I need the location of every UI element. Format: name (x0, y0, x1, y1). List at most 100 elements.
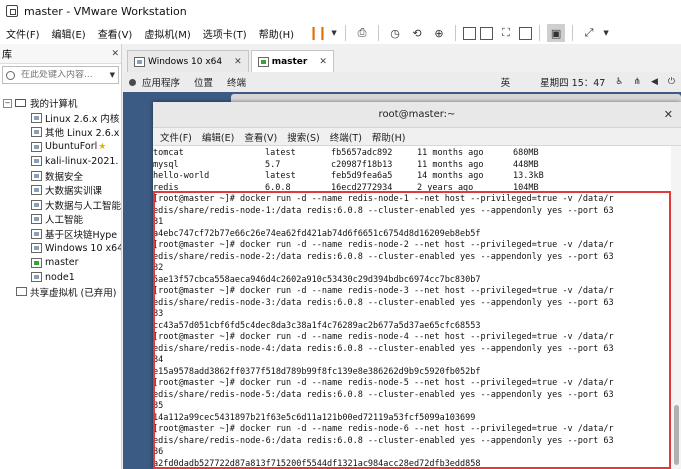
library-search: ▼ (2, 66, 119, 84)
toolbar-divider (455, 25, 457, 41)
vmware-menubar: 文件(F) 编辑(E) 查看(V) 虚拟机(M) 选项卡(T) 帮助(H) ❙❙… (0, 22, 681, 44)
tree-item[interactable]: 大数据与人工智能 (0, 198, 121, 213)
snapshot-icon[interactable]: ◷ (386, 24, 404, 42)
terminal-line: 83 (153, 309, 164, 319)
terminal-output[interactable]: tomcat latest fb5657adc892 11 months ago 680… (153, 146, 681, 469)
vmware-toolbar: ❙❙ ▼ ⎙ ◷ ⟲ ⊕ ⛶ ▣ ⤢ ▼ (308, 24, 610, 42)
terminal-menu-view[interactable]: 查看(V) (239, 130, 282, 144)
menu-edit[interactable]: 编辑(E) (46, 26, 92, 41)
terminal-line: e15a9578add3862ff0377f518d789b99f8fc139e… (153, 366, 481, 377)
menu-help[interactable]: 帮助(H) (253, 26, 300, 41)
pause-icon[interactable]: ❙❙ (308, 24, 328, 42)
console-view-icon[interactable]: ▣ (547, 24, 566, 42)
thumbnail-bar-icon[interactable] (480, 26, 494, 40)
power-icon[interactable]: ⏻ (668, 77, 675, 87)
input-method-indicator[interactable]: 英 (501, 75, 511, 89)
send-ctrl-alt-del-icon[interactable]: ⎙ (353, 24, 371, 42)
image-id: c20987f18b13 (331, 159, 393, 170)
chevron-down-icon[interactable]: ▼ (110, 71, 115, 79)
tree-item[interactable]: 基于区块链Hype (0, 227, 121, 242)
gnome-applications-menu[interactable]: 应用程序 (129, 75, 194, 89)
tree-item-label: kali-linux-2021. (45, 155, 119, 167)
gnome-terminal-menu[interactable]: 终端 (227, 75, 246, 89)
terminal-line: edis/share/redis-node-2:/data redis:6.0.… (153, 251, 614, 262)
clock[interactable]: 星期四 15：47 (540, 75, 605, 89)
image-id: fb5657adc892 (331, 148, 393, 158)
stretch-guest-icon[interactable]: ⤢ (580, 24, 598, 42)
library-tree: − 我的计算机 Linux 2.6.x 内核 其他 Linux 2.6.x Ub… (0, 86, 121, 299)
image-tag: 5.7 (265, 159, 281, 170)
terminal-menu-search[interactable]: 搜索(S) (282, 130, 324, 144)
close-icon[interactable]: ✕ (234, 57, 242, 67)
tree-item-label: 数据安全 (45, 171, 84, 183)
tree-item[interactable]: 其他 Linux 2.6.x (0, 125, 121, 140)
vm-icon (31, 127, 42, 138)
tree-item[interactable]: 数据安全 (0, 169, 121, 184)
close-icon[interactable]: ✕ (319, 57, 327, 67)
tree-item[interactable]: UbuntuForl ★ (0, 140, 121, 155)
toolbar-divider (539, 25, 541, 41)
library-search-input[interactable] (21, 70, 101, 80)
volume-icon[interactable]: ◀ (651, 77, 658, 87)
vmware-logo-icon (6, 5, 18, 17)
collapse-icon[interactable]: − (3, 98, 12, 108)
menu-tabs[interactable]: 选项卡(T) (197, 26, 253, 41)
tab-master[interactable]: master ✕ (250, 50, 334, 72)
tree-item[interactable]: 大数据实训课 (0, 183, 121, 198)
terminal-menu-file[interactable]: 文件(F) (155, 130, 197, 144)
gnome-places-menu[interactable]: 位置 (194, 75, 213, 89)
terminal-line: 84 (153, 355, 164, 365)
tree-item[interactable]: node1 (0, 270, 121, 285)
tab-windows-10[interactable]: Windows 10 x64 ✕ (127, 50, 249, 72)
full-screen-icon[interactable]: ⛶ (497, 24, 515, 42)
menu-file[interactable]: 文件(F) (0, 26, 46, 41)
close-icon[interactable]: ✕ (111, 49, 119, 59)
tree-item-label: 大数据实训课 (45, 186, 103, 198)
image-size: 448MB (513, 159, 539, 170)
network-icon[interactable]: ⋔ (633, 77, 641, 87)
vm-icon (31, 112, 42, 123)
unity-icon[interactable] (519, 26, 533, 40)
stretch-dropdown-icon[interactable]: ▼ (602, 24, 610, 42)
image-list-row: tomcat latest fb5657adc892 11 months ago 680… (153, 148, 671, 160)
image-tag: 6.0.8 (265, 182, 291, 193)
guest-desktop[interactable]: 应用程序 位置 终端 英 星期四 15：47 ♿ ⋔ ◀ ⏻ root@mast… (123, 72, 681, 469)
tree-shared-vms[interactable]: 共享虚拟机 (已弃用) (0, 285, 121, 300)
show-library-icon[interactable] (463, 26, 477, 40)
vm-icon (31, 199, 42, 210)
favorite-star-icon: ★ (98, 141, 107, 152)
tree-shared-label: 共享虚拟机 (已弃用) (30, 287, 117, 299)
terminal-line: 82 (153, 263, 164, 273)
terminal-line: a2fd0dadb527722d87a813f715200f5544df1321… (153, 458, 481, 469)
tree-item[interactable]: kali-linux-2021. (0, 154, 121, 169)
image-list-row: mysql 5.7 c20987f18b13 11 months ago 448MB (153, 160, 671, 172)
library-sidebar: 库 ✕ ▼ − 我的计算机 Linux 2.6.x 内核 其他 Linux 2.… (0, 44, 122, 469)
terminal-line: 85 (153, 401, 164, 411)
revert-snapshot-icon[interactable]: ⟲ (408, 24, 426, 42)
image-size: 680MB (513, 148, 539, 158)
gnome-applications-label: 应用程序 (142, 78, 181, 89)
tree-root-my-computer[interactable]: − 我的计算机 (0, 96, 121, 111)
terminal-scrollbar[interactable] (671, 146, 681, 469)
image-tag: latest (265, 148, 296, 158)
image-repo: hello-world (153, 171, 210, 181)
terminal-line: edis/share/redis-node-6:/data redis:6.0.… (153, 435, 614, 446)
menu-view[interactable]: 查看(V) (92, 26, 139, 41)
terminal-scrollbar-thumb[interactable] (674, 405, 679, 465)
tree-item[interactable]: 人工智能 (0, 212, 121, 227)
terminal-menu-edit[interactable]: 编辑(E) (197, 130, 239, 144)
library-title: 库 (2, 50, 12, 61)
terminal-menu-terminal[interactable]: 终端(T) (325, 130, 367, 144)
pause-dropdown-icon[interactable]: ▼ (330, 24, 338, 42)
vm-icon (31, 228, 42, 239)
menu-vm[interactable]: 虚拟机(M) (138, 26, 196, 41)
tree-item[interactable]: Windows 10 x64 (0, 241, 121, 256)
tree-item-label: 人工智能 (45, 215, 84, 227)
tree-item[interactable]: Linux 2.6.x 内核 (0, 111, 121, 126)
snapshot-manager-icon[interactable]: ⊕ (430, 24, 448, 42)
tree-item-master[interactable]: master (0, 256, 121, 271)
terminal-menu-help[interactable]: 帮助(H) (367, 130, 411, 144)
close-icon[interactable]: ✕ (664, 108, 673, 121)
accessibility-icon[interactable]: ♿ (615, 77, 623, 87)
vm-icon (31, 272, 42, 283)
